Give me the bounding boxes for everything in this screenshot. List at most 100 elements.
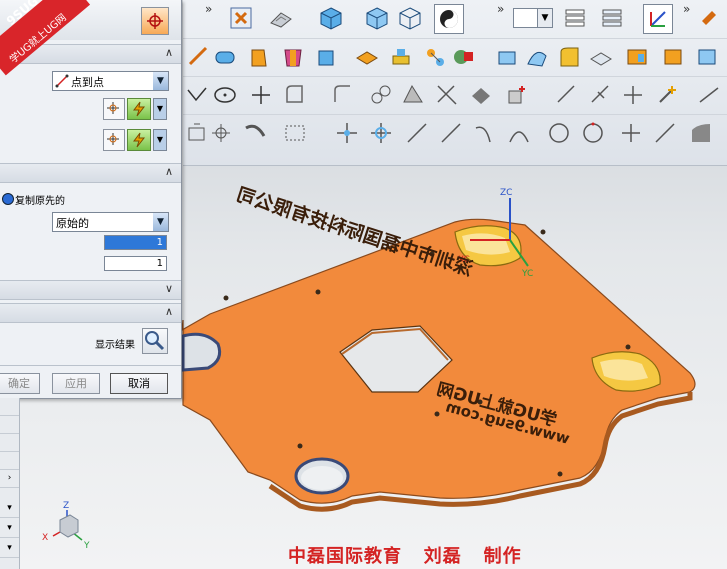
motion-type-value: 点到点: [71, 76, 104, 89]
nav-down-2-icon[interactable]: ▾: [0, 520, 19, 538]
curve-length-icon[interactable]: [619, 81, 647, 109]
motion-type-select[interactable]: 点到点 ▼: [52, 71, 169, 91]
section-preview-header[interactable]: ∧: [0, 303, 181, 323]
spline-icon[interactable]: [183, 81, 211, 109]
surface-icon[interactable]: [623, 43, 651, 71]
bridge-icon[interactable]: [467, 81, 495, 109]
toolbar-overflow-icon[interactable]: »: [205, 2, 212, 16]
blend-icon[interactable]: [555, 43, 583, 71]
arc-icon[interactable]: [471, 119, 499, 147]
apply-button[interactable]: 应用: [52, 373, 100, 394]
wcs-icon[interactable]: [643, 4, 673, 34]
toolbar-overflow-3-icon[interactable]: »: [683, 2, 690, 16]
cancel-button[interactable]: 取消: [110, 373, 168, 394]
wireframe-icon[interactable]: [396, 4, 424, 32]
section-result-header[interactable]: ∧: [0, 163, 181, 183]
sweep-icon[interactable]: [523, 43, 551, 71]
nav-down-icon[interactable]: ▾: [0, 500, 19, 518]
shaded-edges-icon[interactable]: [363, 4, 391, 32]
circle-point-icon[interactable]: [579, 119, 607, 147]
distance-angle-input[interactable]: 1: [104, 235, 167, 250]
copy-original-radio[interactable]: 复制原先的: [2, 192, 180, 207]
extract-icon[interactable]: [503, 81, 531, 109]
show-result-label: 显示结果: [95, 340, 135, 351]
point-to-point-icon: [55, 74, 69, 88]
nav-cell[interactable]: [0, 398, 19, 416]
fit-view-icon[interactable]: [227, 4, 255, 32]
point-icon[interactable]: [247, 81, 275, 109]
inferred-point-2-dropdown[interactable]: ▼: [153, 129, 167, 151]
ellipse-icon[interactable]: [211, 81, 239, 109]
wand-icon[interactable]: [653, 81, 681, 109]
stack-solid-icon[interactable]: [693, 43, 721, 71]
curve-tools-icon[interactable]: [367, 81, 395, 109]
project-icon[interactable]: [399, 81, 427, 109]
line-icon[interactable]: [403, 119, 431, 147]
circle-icon[interactable]: [545, 119, 573, 147]
nav-cell[interactable]: [0, 452, 19, 470]
block-icon[interactable]: [313, 43, 341, 71]
copy-original-label: 复制原先的: [15, 196, 65, 207]
nav-down-3-icon[interactable]: ▾: [0, 540, 19, 558]
render-style-icon[interactable]: [267, 4, 295, 32]
fillet-curve-icon[interactable]: [695, 81, 723, 109]
line-2-icon[interactable]: [437, 119, 465, 147]
trim-icon[interactable]: [553, 81, 581, 109]
revolve-icon[interactable]: [279, 43, 307, 71]
show-result-button[interactable]: [142, 328, 168, 354]
studio-icon[interactable]: [434, 4, 464, 34]
sketch-icon[interactable]: [185, 43, 213, 71]
intersect-icon[interactable]: [433, 81, 461, 109]
layer-option-select[interactable]: 原始的 ▼: [52, 212, 169, 232]
part-hole-left: [181, 332, 222, 372]
copy-count-input[interactable]: 1: [104, 256, 167, 271]
cylinder-icon[interactable]: [211, 43, 239, 71]
ok-button[interactable]: 确定: [0, 373, 40, 394]
shell-icon[interactable]: [587, 43, 615, 71]
expand-icon[interactable]: ∨: [165, 282, 173, 295]
polygon-icon[interactable]: [281, 81, 309, 109]
move-icon[interactable]: [333, 119, 361, 147]
inferred-point-button[interactable]: [127, 98, 151, 120]
toolbar-row-1: » » ▼ »: [183, 0, 727, 36]
slash-icon[interactable]: [651, 119, 679, 147]
split-icon[interactable]: [587, 81, 615, 109]
arc-2-icon[interactable]: [505, 119, 533, 147]
offset-curve-icon[interactable]: [329, 81, 357, 109]
collapse-3-icon[interactable]: ∧: [165, 305, 173, 318]
inferred-point-2-button[interactable]: [127, 129, 151, 151]
pattern-icon[interactable]: [353, 43, 381, 71]
toolbar-overflow-2-icon[interactable]: »: [497, 2, 504, 16]
edit-curve-icon[interactable]: [241, 119, 269, 147]
box-icon[interactable]: [493, 43, 521, 71]
nav-cell[interactable]: [0, 434, 19, 452]
specify-point-2-icon[interactable]: [103, 129, 125, 151]
collapse-2-icon[interactable]: ∧: [165, 165, 173, 178]
collapse-icon[interactable]: ∧: [165, 46, 173, 59]
nav-expand-icon[interactable]: ›: [0, 470, 19, 488]
section-settings-header[interactable]: ∨: [0, 280, 181, 300]
specify-point-icon[interactable]: [103, 98, 125, 120]
chamfer-icon[interactable]: [687, 119, 715, 147]
transform-icon[interactable]: [367, 119, 395, 147]
layers-icon[interactable]: [598, 4, 626, 32]
boolean-icon[interactable]: [449, 43, 477, 71]
lightning-icon: [133, 101, 146, 117]
pad-icon[interactable]: [387, 43, 415, 71]
layer-select[interactable]: ▼: [513, 8, 553, 28]
rect-select-icon[interactable]: [281, 119, 309, 147]
layer-option-value: 原始的: [56, 217, 89, 230]
stack-icon[interactable]: [561, 4, 589, 32]
inferred-point-dropdown[interactable]: ▼: [153, 98, 167, 120]
snap-target-icon[interactable]: [207, 119, 235, 147]
shaded-cube-icon[interactable]: [317, 4, 345, 32]
toolbar-area: » » ▼ »: [183, 0, 727, 166]
extrude-icon[interactable]: [245, 43, 273, 71]
solid-icon[interactable]: [659, 43, 687, 71]
select-arrow-icon[interactable]: [695, 4, 723, 32]
hole-icon[interactable]: [421, 43, 449, 71]
plus-icon[interactable]: [617, 119, 645, 147]
point-dialog-button[interactable]: [141, 7, 169, 35]
navigator-strip: › ▾ ▾ ▾: [0, 398, 20, 569]
nav-cell[interactable]: [0, 416, 19, 434]
